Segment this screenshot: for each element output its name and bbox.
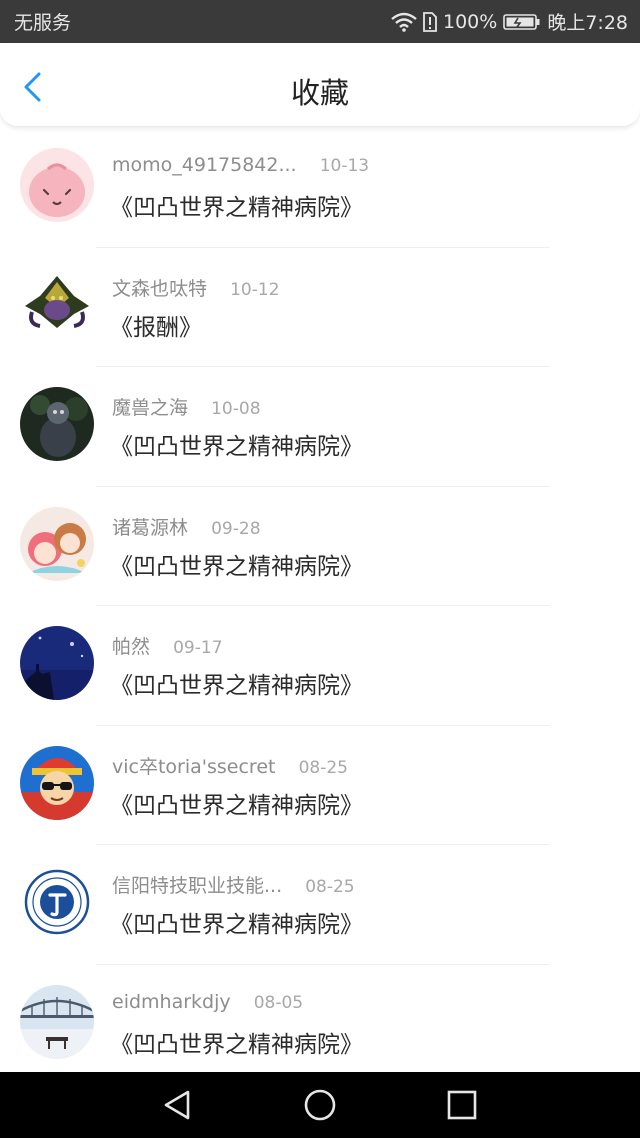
favorite-item[interactable]: vic卒toria'ssecret 08-25 《凹凸世界之精神病院》 (0, 726, 640, 845)
story-title: 《凹凸世界之精神病院》 (110, 195, 363, 221)
date: 10-12 (230, 279, 280, 300)
nav-home-button[interactable] (303, 1088, 337, 1122)
date: 09-17 (173, 638, 223, 658)
system-nav-bar (0, 1072, 640, 1138)
clock: 晚上7:28 (547, 12, 628, 34)
date: 08-25 (305, 877, 355, 897)
header-bar: 收藏 (0, 43, 640, 127)
username: 帕然 (112, 636, 151, 658)
favorite-item[interactable]: 信阳特技职业技能... 08-25 《凹凸世界之精神病院》 (0, 845, 640, 965)
favorite-item[interactable]: 诸葛源林 09-28 《凹凸世界之精神病院》 (0, 487, 640, 606)
username: 信阳特技职业技能... (112, 875, 283, 897)
avatar[interactable] (20, 506, 94, 581)
avatar[interactable] (20, 267, 94, 342)
favorite-item[interactable]: 文森也呔特 10-12 《报酬》 (0, 248, 640, 367)
story-title: 《凹凸世界之精神病院》 (110, 792, 363, 819)
favorite-item[interactable]: 魔兽之海 10-08 《凹凸世界之精神病院》 (0, 367, 640, 487)
story-title: 《凹凸世界之精神病院》 (110, 673, 363, 699)
story-title: 《凹凸世界之精神病院》 (110, 434, 363, 460)
username: 诸葛源林 (112, 516, 189, 539)
story-title: 《报酬》 (110, 314, 202, 341)
carrier-label: 无服务 (14, 12, 72, 34)
username: 文森也呔特 (112, 277, 208, 300)
status-icons: 100% 晚上7:28 (391, 8, 628, 35)
username: 魔兽之海 (112, 397, 189, 419)
favorite-item[interactable]: momo_49175842... 10-13 《凹凸世界之精神病院》 (0, 128, 640, 248)
sim-alert-icon (423, 11, 437, 32)
username: vic卒toria'ssecret (112, 755, 276, 778)
favorites-list: momo_49175842... 10-13 《凹凸世界之精神病院》 文森也呔特… (0, 128, 640, 1072)
avatar[interactable] (20, 865, 94, 939)
circle-home-icon (304, 1089, 336, 1121)
story-title: 《凹凸世界之精神病院》 (110, 1031, 363, 1058)
battery-icon (503, 13, 541, 31)
story-title: 《凹凸世界之精神病院》 (110, 553, 363, 580)
date: 10-13 (319, 156, 370, 176)
username: eidmharkdjy (112, 990, 231, 1013)
triangle-back-icon (164, 1090, 190, 1120)
date: 09-28 (211, 518, 261, 539)
nav-back-button[interactable] (160, 1088, 194, 1122)
date: 08-25 (298, 757, 348, 778)
username: momo_49175842... (112, 154, 297, 176)
date: 08-05 (253, 992, 304, 1013)
favorite-item[interactable]: 帕然 09-17 《凹凸世界之精神病院》 (0, 606, 640, 726)
avatar[interactable] (20, 745, 94, 820)
story-title: 《凹凸世界之精神病院》 (110, 912, 363, 938)
page-title: 收藏 (290, 76, 349, 110)
avatar[interactable] (20, 148, 94, 222)
battery-percent: 100% (443, 10, 498, 33)
avatar[interactable] (20, 984, 94, 1059)
wifi-icon (391, 12, 417, 32)
square-recent-icon (447, 1090, 477, 1120)
favorite-item[interactable]: eidmharkdjy 08-05 《凹凸世界之精神病院》 (0, 965, 640, 1073)
date: 10-08 (211, 399, 261, 419)
avatar[interactable] (20, 626, 94, 700)
nav-recent-button[interactable] (445, 1088, 479, 1122)
status-bar: 无服务 100% 晚上7:28 (0, 0, 640, 43)
avatar[interactable] (20, 387, 94, 461)
